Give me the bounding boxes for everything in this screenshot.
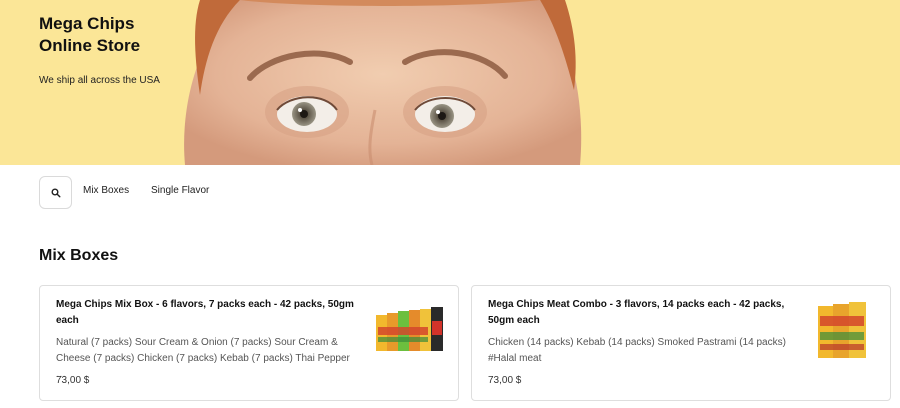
product-name: Mega Chips Mix Box - 6 flavors, 7 packs …	[56, 299, 354, 326]
product-thumbnail	[818, 302, 866, 358]
search-icon	[51, 188, 61, 198]
product-price: 73,00 $	[488, 375, 522, 386]
category-nav: Mix Boxes Single Flavor	[0, 165, 900, 225]
store-title: Mega Chips Online Store	[39, 14, 141, 55]
product-card-meat-combo[interactable]: Mega Chips Meat Combo - 3 flavors, 14 pa…	[471, 285, 891, 401]
product-price: 73,00 $	[56, 375, 90, 386]
product-thumbnail	[376, 307, 443, 351]
section-title: Mix Boxes	[39, 247, 119, 264]
nav-link-mix-boxes[interactable]: Mix Boxes	[83, 185, 129, 196]
brand-block: Mega Chips Online Store We ship all acro…	[39, 13, 160, 86]
product-description: Chicken (14 packs) Kebab (14 packs) Smok…	[488, 337, 786, 364]
store-tagline: We ship all across the USA	[39, 75, 160, 86]
product-description: Natural (7 packs) Sour Cream & Onion (7 …	[56, 337, 350, 380]
search-button[interactable]	[39, 176, 72, 209]
nav-link-single-flavor[interactable]: Single Flavor	[151, 185, 209, 196]
hero-banner: Mega Chips Online Store We ship all acro…	[0, 0, 900, 165]
product-name: Mega Chips Meat Combo - 3 flavors, 14 pa…	[488, 299, 785, 326]
product-card-mix-box[interactable]: Mega Chips Mix Box - 6 flavors, 7 packs …	[39, 285, 459, 401]
